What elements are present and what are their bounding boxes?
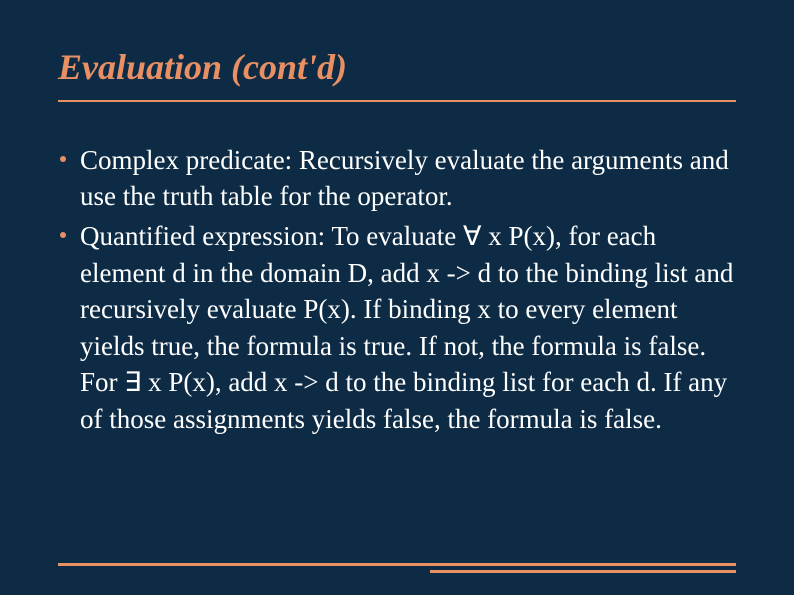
- footer-divider: [0, 563, 794, 573]
- divider-line: [430, 570, 736, 573]
- bullet-text: Complex predicate: Recursively evaluate …: [80, 145, 729, 211]
- divider-line: [58, 563, 736, 566]
- bullet-icon: [60, 232, 66, 238]
- slide-title: Evaluation (cont'd): [58, 48, 736, 102]
- bullet-text: Quantified expression: To evaluate ∀ x P…: [80, 221, 733, 433]
- bullet-list: Complex predicate: Recursively evaluate …: [58, 142, 736, 438]
- list-item: Quantified expression: To evaluate ∀ x P…: [80, 218, 736, 437]
- slide: Evaluation (cont'd) Complex predicate: R…: [0, 0, 794, 595]
- bullet-icon: [60, 156, 66, 162]
- list-item: Complex predicate: Recursively evaluate …: [80, 142, 736, 215]
